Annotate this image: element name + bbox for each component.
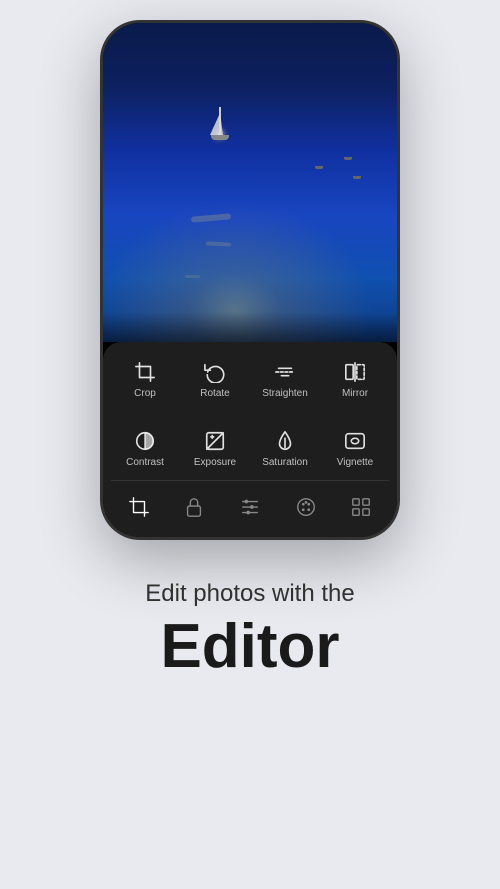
crop-icon xyxy=(133,360,157,384)
vignette-icon xyxy=(343,429,367,453)
small-boat-3 xyxy=(353,176,361,179)
contrast-tool[interactable]: Contrast xyxy=(111,421,179,474)
nav-grid[interactable] xyxy=(345,491,377,523)
phone-mockup: Crop Rotate xyxy=(100,20,400,540)
nav-sliders[interactable] xyxy=(234,491,266,523)
straighten-icon xyxy=(273,360,297,384)
straighten-tool[interactable]: Straighten xyxy=(251,352,319,405)
bottom-text-section: Edit photos with the Editor xyxy=(115,580,384,678)
mirror-label: Mirror xyxy=(342,388,368,399)
phone-frame: Crop Rotate xyxy=(100,20,400,540)
photo-fade xyxy=(103,312,397,342)
main-boat xyxy=(206,135,224,140)
tools-row-2: Contrast Exposure xyxy=(103,411,397,480)
photo-area xyxy=(103,23,397,342)
rotate-tool[interactable]: Rotate xyxy=(181,352,249,405)
small-boat-1 xyxy=(315,166,323,169)
rotate-label: Rotate xyxy=(200,388,229,399)
mirror-icon xyxy=(343,360,367,384)
exposure-tool[interactable]: Exposure xyxy=(181,421,249,474)
crop-tool[interactable]: Crop xyxy=(111,352,179,405)
exposure-label: Exposure xyxy=(194,457,236,468)
main-title: Editor xyxy=(145,616,354,678)
saturation-label: Saturation xyxy=(262,457,308,468)
nav-palette[interactable] xyxy=(290,491,322,523)
editor-panel: Crop Rotate xyxy=(103,342,397,537)
bottom-nav xyxy=(103,481,397,533)
nav-crop[interactable] xyxy=(123,491,155,523)
subtitle: Edit photos with the xyxy=(145,580,354,608)
tools-row-1: Crop Rotate xyxy=(103,342,397,411)
small-boat-2 xyxy=(344,157,352,160)
phone-screen: Crop Rotate xyxy=(103,23,397,537)
contrast-icon xyxy=(133,429,157,453)
vignette-tool[interactable]: Vignette xyxy=(321,421,389,474)
vignette-label: Vignette xyxy=(337,457,374,468)
straighten-label: Straighten xyxy=(262,388,308,399)
saturation-tool[interactable]: Saturation xyxy=(251,421,319,474)
crop-label: Crop xyxy=(134,388,156,399)
saturation-icon xyxy=(273,429,297,453)
exposure-icon xyxy=(203,429,227,453)
nav-lock[interactable] xyxy=(178,491,210,523)
mirror-tool[interactable]: Mirror xyxy=(321,352,389,405)
rotate-icon xyxy=(203,360,227,384)
contrast-label: Contrast xyxy=(126,457,164,468)
